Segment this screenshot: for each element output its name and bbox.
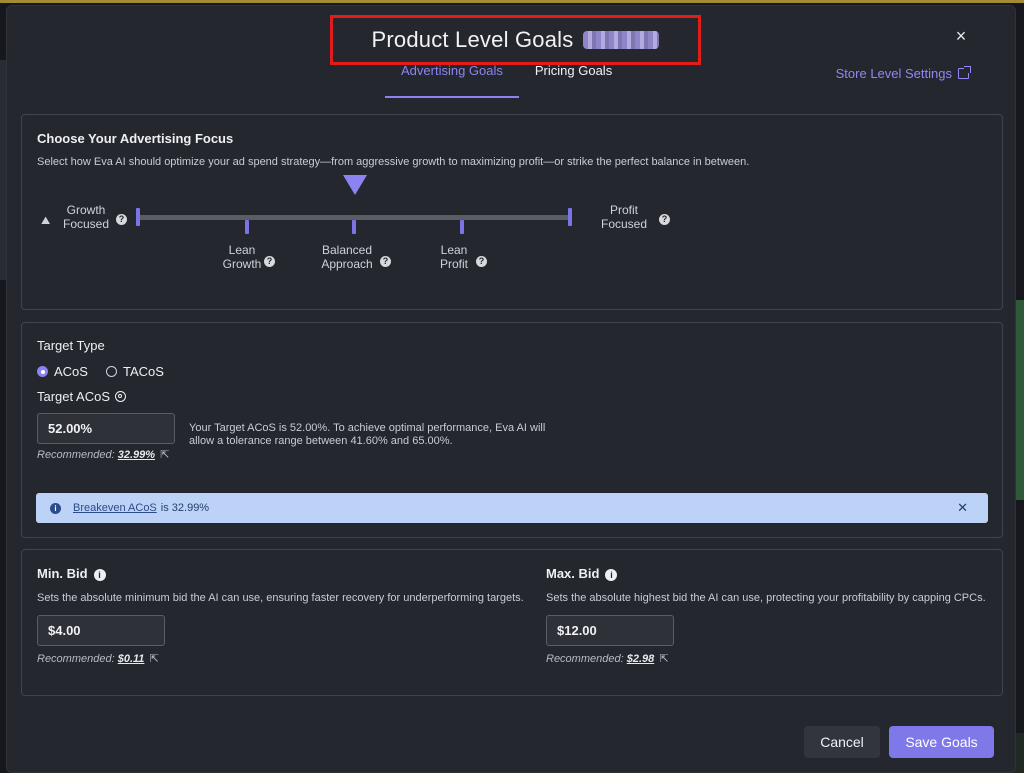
max-bid-input[interactable]: $12.00: [546, 615, 674, 646]
slider-pointer-icon[interactable]: [343, 175, 367, 195]
focus-description: Select how Eva AI should optimize your a…: [37, 156, 750, 168]
lean-growth-label[interactable]: Lean Growth: [212, 243, 272, 271]
lean-growth-line1: Lean: [228, 243, 256, 257]
close-icon[interactable]: ×: [951, 26, 971, 47]
min-bid-description: Sets the absolute minimum bid the AI can…: [37, 592, 524, 604]
growth-focused-line1: Growth: [66, 203, 106, 217]
balanced-approach-line1: Balanced: [321, 243, 373, 257]
target-icon: [115, 391, 126, 402]
recommended-max-bid-link[interactable]: $2.98: [627, 653, 655, 665]
help-icon[interactable]: ?: [264, 256, 275, 267]
breakeven-acos-text: is 32.99%: [160, 502, 210, 514]
target-acos-label-row: Target ACoS: [37, 389, 126, 404]
info-icon[interactable]: i: [93, 568, 106, 581]
recommended-label: Recommended:: [37, 653, 115, 665]
recommended-min-bid-link[interactable]: $0.11: [118, 653, 145, 665]
recommended-label: Recommended:: [546, 653, 624, 665]
recommended-acos-link[interactable]: 32.99%: [118, 449, 155, 461]
slider-stop-lean-profit[interactable]: [460, 220, 464, 234]
target-acos-recommendation: Recommended: 32.99% ⇱: [37, 448, 169, 461]
lean-profit-line1: Lean: [440, 243, 468, 257]
lean-profit-line2: Profit: [439, 257, 468, 271]
max-bid-label: Max. Bid: [546, 566, 600, 581]
goal-tabs: Advertising Goals Pricing Goals: [385, 62, 628, 98]
min-bid-label: Min. Bid: [37, 566, 88, 581]
slider-stop-growth-focused[interactable]: [136, 208, 140, 226]
slider-stop-balanced[interactable]: [352, 220, 356, 234]
target-type-radio-group: ACoS TACoS: [37, 364, 164, 379]
target-acos-label: Target ACoS: [37, 389, 110, 404]
radio-tacos[interactable]: TACoS: [105, 364, 164, 379]
help-icon[interactable]: ?: [116, 214, 127, 225]
focus-slider[interactable]: ⛰ Growth Focused ? Lean Growth ? Balance…: [22, 175, 722, 275]
tab-advertising-goals[interactable]: Advertising Goals: [385, 62, 519, 98]
advertising-focus-card: Choose Your Advertising Focus Select how…: [21, 114, 1003, 310]
target-type-heading: Target Type: [37, 338, 105, 353]
click-apply-icon[interactable]: ⇱: [160, 448, 169, 461]
min-bid-input[interactable]: $4.00: [37, 615, 165, 646]
min-bid-heading: Min. Bid i: [37, 566, 106, 581]
profit-focused-line1: Profit: [609, 203, 638, 217]
growth-focused-text: Focused: [62, 217, 110, 231]
bid-limits-card: Min. Bid i Sets the absolute minimum bid …: [21, 549, 1003, 696]
max-bid-description: Sets the absolute highest bid the AI can…: [546, 592, 986, 604]
product-level-goals-modal: Product Level Goals × Advertising Goals …: [6, 5, 1016, 773]
close-alert-icon[interactable]: ✕: [957, 500, 968, 516]
recommended-label: Recommended:: [37, 449, 115, 461]
radio-acos[interactable]: ACoS: [37, 364, 88, 379]
max-bid-heading: Max. Bid i: [546, 566, 618, 581]
external-link-icon: [958, 66, 971, 79]
cancel-button[interactable]: Cancel: [804, 726, 880, 758]
store-level-settings-link[interactable]: Store Level Settings: [835, 66, 971, 81]
radio-tacos-label: TACoS: [122, 364, 164, 379]
modal-title: Product Level Goals: [371, 27, 574, 52]
radio-acos-label: ACoS: [54, 364, 88, 379]
radio-acos-checked-icon: [37, 366, 48, 377]
save-goals-button[interactable]: Save Goals: [889, 726, 994, 758]
title-highlight-box: Product Level Goals: [330, 15, 701, 65]
focus-heading: Choose Your Advertising Focus: [37, 131, 234, 146]
target-type-card: Target Type ACoS TACoS Target ACoS 52.00…: [21, 322, 1003, 538]
info-icon: i: [50, 502, 61, 514]
click-apply-icon[interactable]: ⇱: [659, 652, 668, 665]
click-apply-icon[interactable]: ⇱: [150, 652, 159, 665]
profit-focused-label[interactable]: Profit Focused: [594, 203, 654, 231]
breakeven-acos-link[interactable]: Breakeven ACoS: [73, 502, 157, 514]
growth-chart-icon: ⛰: [41, 215, 51, 227]
target-acos-explanation-line1: Your Target ACoS is 52.00%. To achieve o…: [189, 422, 546, 434]
max-bid-recommendation: Recommended: $2.98 ⇱: [546, 652, 669, 665]
backdrop-right-panel: [1016, 300, 1024, 500]
target-acos-input[interactable]: 52.00%: [37, 413, 175, 444]
min-bid-recommendation: Recommended: $0.11 ⇱: [37, 652, 159, 665]
growth-focused-line2: Focused: [56, 217, 116, 231]
store-level-settings-label: Store Level Settings: [835, 66, 952, 81]
target-acos-explanation-line2: allow a tolerance range between 41.60% a…: [189, 435, 453, 447]
balanced-approach-label[interactable]: Balanced Approach: [312, 243, 382, 271]
slider-stop-lean-growth[interactable]: [245, 220, 249, 234]
breakeven-acos-alert: i Breakeven ACoS is 32.99% ✕: [36, 493, 988, 523]
lean-profit-label[interactable]: Lean Profit: [429, 243, 479, 271]
balanced-approach-line2: Approach: [321, 257, 373, 271]
lean-growth-line2: Growth: [222, 257, 262, 271]
help-icon[interactable]: ?: [380, 256, 391, 267]
tab-pricing-goals[interactable]: Pricing Goals: [519, 62, 628, 98]
profit-focused-line2: Focused: [600, 217, 648, 231]
slider-stop-profit-focused[interactable]: [568, 208, 572, 226]
help-icon[interactable]: ?: [476, 256, 487, 267]
blurred-product-badge: [583, 31, 660, 49]
radio-tacos-unchecked-icon: [105, 366, 117, 377]
growth-focused-label[interactable]: Growth Focused: [56, 203, 116, 231]
info-icon[interactable]: i: [605, 568, 618, 581]
target-acos-explanation: Your Target ACoS is 52.00%. To achieve o…: [189, 422, 545, 448]
help-icon[interactable]: ?: [659, 214, 670, 225]
backdrop-top-bar: [0, 0, 1024, 3]
